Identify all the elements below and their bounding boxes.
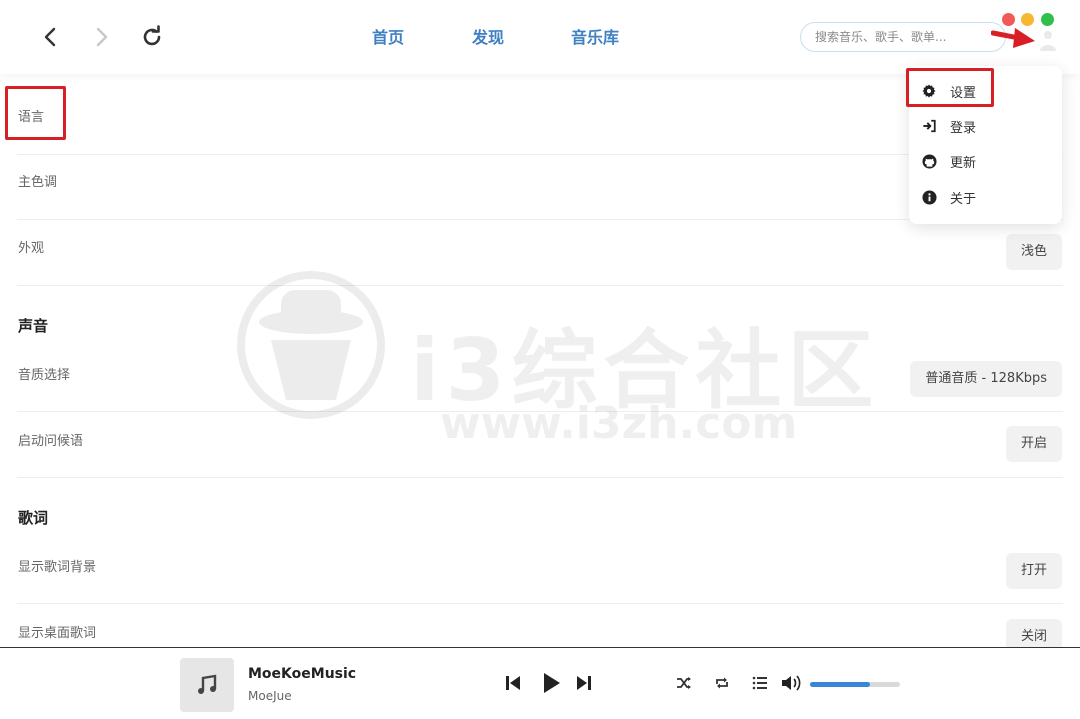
shuffle-icon bbox=[677, 677, 691, 689]
menu-item-label: 更新 bbox=[950, 155, 977, 171]
lyrics-bg-label: 显示歌词背景 bbox=[18, 560, 97, 575]
music-note-icon bbox=[198, 674, 217, 694]
red-arrow-icon bbox=[991, 28, 1035, 48]
window-maximize-button[interactable] bbox=[1041, 13, 1054, 26]
appearance-button[interactable]: 浅色 bbox=[1005, 234, 1062, 270]
greeting-label: 启动问候语 bbox=[18, 434, 84, 449]
setting-row-desktop-lyrics: 显示桌面歌词 bbox=[17, 604, 1063, 647]
menu-item-label: 关于 bbox=[950, 191, 977, 207]
menu-item-about[interactable]: 关于 bbox=[921, 184, 1051, 210]
play-icon bbox=[544, 673, 560, 693]
theme-color-label: 主色调 bbox=[18, 175, 58, 190]
setting-row-appearance: 外观 bbox=[17, 220, 1063, 286]
volume-icon bbox=[782, 675, 801, 691]
volume-slider-fill bbox=[810, 682, 871, 687]
search-input[interactable]: 搜索音乐、歌手、歌单... bbox=[800, 22, 1006, 52]
song-artist[interactable]: MoeJue bbox=[248, 689, 292, 703]
watermark-url: www.i3zh.com bbox=[440, 398, 798, 449]
desktop-lyrics-label: 显示桌面歌词 bbox=[18, 626, 97, 641]
repeat-button[interactable] bbox=[711, 672, 733, 694]
album-cover[interactable] bbox=[180, 658, 234, 712]
player-bar: MoeKoeMusic MoeJue bbox=[0, 647, 1080, 719]
settings-highlight-box bbox=[906, 68, 994, 107]
volume-button[interactable] bbox=[781, 672, 803, 694]
menu-item-login[interactable]: 登录 bbox=[921, 113, 1051, 139]
tab-discover[interactable]: 发现 bbox=[472, 24, 504, 48]
greeting-button[interactable]: 开启 bbox=[1005, 426, 1062, 462]
top-bar: 首页 发现 音乐库 搜索音乐、歌手、歌单... bbox=[0, 0, 1080, 74]
quality-button[interactable]: 普通音质 - 128Kbps bbox=[910, 361, 1062, 397]
skip-forward-icon bbox=[577, 676, 591, 690]
info-icon bbox=[921, 189, 937, 205]
refresh-button[interactable] bbox=[137, 22, 167, 52]
playlist-button[interactable] bbox=[749, 672, 771, 694]
quality-label: 音质选择 bbox=[18, 368, 71, 383]
desktop-lyrics-button[interactable]: 关闭 bbox=[1005, 619, 1062, 647]
sound-section-title: 声音 bbox=[18, 317, 49, 335]
skip-back-icon bbox=[506, 676, 520, 690]
tab-home[interactable]: 首页 bbox=[372, 24, 404, 48]
login-icon bbox=[921, 118, 937, 134]
chevron-left-icon bbox=[44, 27, 56, 47]
previous-button[interactable] bbox=[502, 672, 524, 694]
next-button[interactable] bbox=[573, 672, 595, 694]
lyrics-section-title: 歌词 bbox=[18, 509, 49, 527]
setting-row-lyrics-bg: 显示歌词背景 bbox=[17, 538, 1063, 604]
appearance-label: 外观 bbox=[18, 241, 45, 256]
refresh-icon bbox=[143, 25, 161, 46]
shuffle-button[interactable] bbox=[673, 672, 695, 694]
forward-button[interactable] bbox=[86, 22, 116, 52]
volume-slider[interactable] bbox=[810, 682, 900, 687]
back-button[interactable] bbox=[36, 22, 66, 52]
repeat-icon bbox=[716, 677, 728, 689]
chevron-right-icon bbox=[96, 27, 108, 47]
lyrics-bg-button[interactable]: 打开 bbox=[1005, 553, 1062, 589]
song-title: MoeKoeMusic bbox=[248, 666, 357, 682]
play-button[interactable] bbox=[538, 670, 564, 696]
watermark-logo bbox=[237, 271, 385, 419]
menu-item-update[interactable]: 更新 bbox=[921, 148, 1051, 174]
language-highlight-box bbox=[5, 86, 66, 140]
github-icon bbox=[921, 153, 937, 169]
list-icon bbox=[752, 676, 767, 690]
tab-library[interactable]: 音乐库 bbox=[571, 24, 619, 48]
menu-item-label: 登录 bbox=[950, 120, 977, 136]
setting-row-theme-color: 主色调 bbox=[17, 155, 1063, 220]
avatar[interactable] bbox=[1036, 28, 1060, 52]
